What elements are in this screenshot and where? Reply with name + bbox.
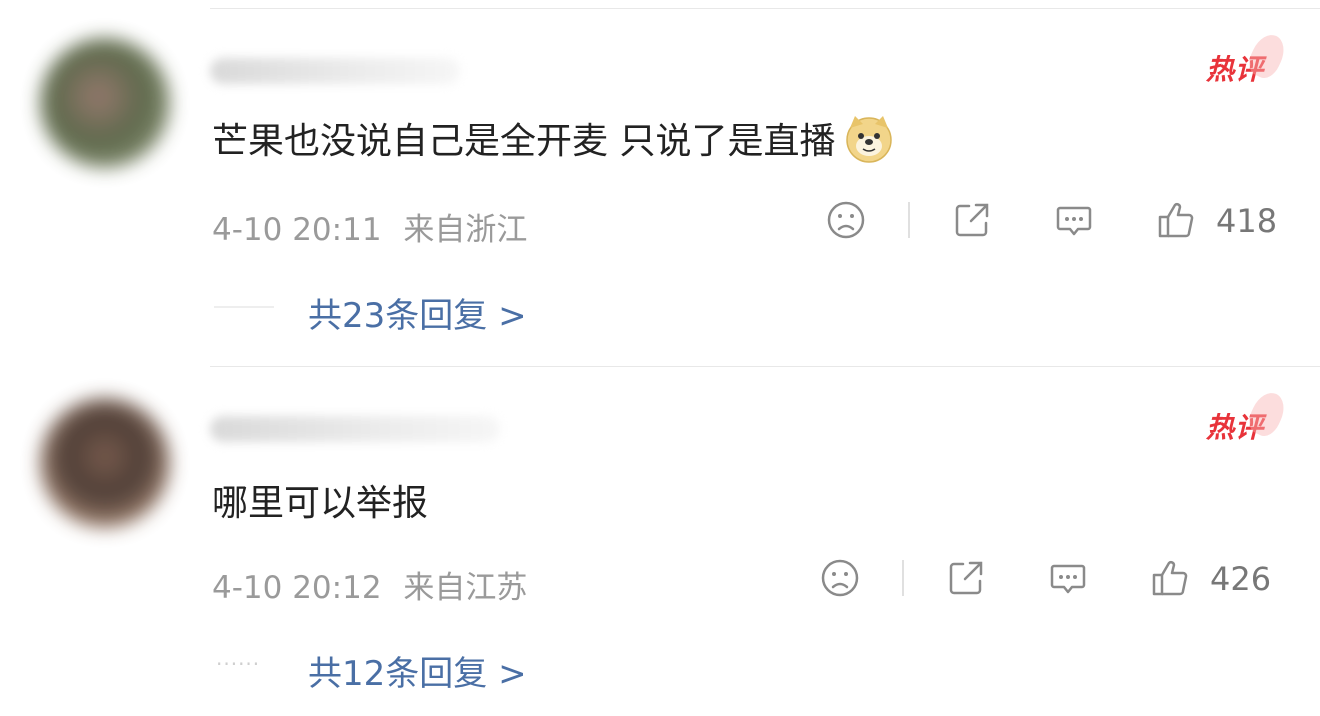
- view-replies-link[interactable]: 共23条回复 >: [308, 288, 527, 337]
- username-blurred[interactable]: [210, 416, 500, 442]
- sad-face-icon[interactable]: [820, 558, 860, 598]
- comment-text-body: 芒果也没说自己是全开麦 只说了是直播: [212, 121, 836, 162]
- share-icon[interactable]: [946, 558, 986, 598]
- like-count: 426: [1210, 560, 1272, 598]
- top-divider: [210, 8, 1320, 9]
- comment-bubble-icon[interactable]: [1054, 200, 1094, 240]
- avatar[interactable]: [40, 398, 170, 528]
- view-replies-link[interactable]: 共12条回复 >: [308, 646, 527, 695]
- comment-actions: 418: [0, 200, 1320, 250]
- comment-bubble-icon[interactable]: [1048, 558, 1088, 598]
- hot-comment-badge: 热评: [1206, 387, 1290, 446]
- username-blurred[interactable]: [210, 58, 460, 84]
- share-icon[interactable]: [952, 200, 992, 240]
- comment-actions: 426: [0, 558, 1320, 608]
- replies-indent-dots: ······: [216, 652, 261, 676]
- action-separator: [902, 560, 904, 596]
- comment-text: 芒果也没说自己是全开麦 只说了是直播: [212, 112, 895, 164]
- thumbs-up-icon[interactable]: [1156, 200, 1196, 240]
- comment-divider: [210, 366, 1320, 367]
- thumbs-up-icon[interactable]: [1150, 558, 1190, 598]
- action-separator: [908, 202, 910, 238]
- replies-indent-line: [214, 306, 274, 308]
- doge-emoji-icon: [846, 116, 893, 163]
- comment-text-body: 哪里可以举报: [212, 483, 429, 524]
- like-count: 418: [1216, 202, 1278, 240]
- sad-face-icon[interactable]: [826, 200, 866, 240]
- hot-comment-badge: 热评: [1206, 29, 1290, 88]
- avatar[interactable]: [40, 38, 170, 168]
- comment-text: 哪里可以举报: [212, 474, 428, 526]
